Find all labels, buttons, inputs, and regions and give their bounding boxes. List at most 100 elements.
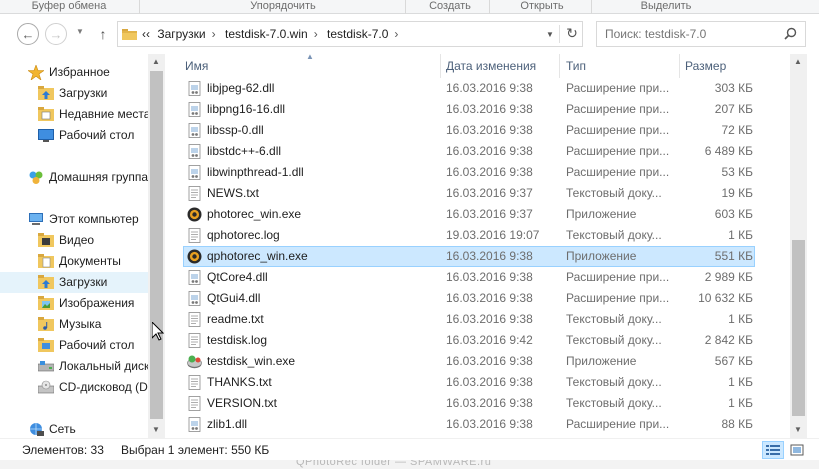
nav-item-downloads[interactable]: Загрузки	[0, 83, 148, 104]
file-name: libpng16-16.dll	[207, 102, 286, 116]
file-date: 16.03.2016 9:38	[446, 81, 533, 95]
column-header-size[interactable]: Размер	[685, 54, 726, 78]
file-name: libssp-0.dll	[207, 123, 264, 137]
file-type: Текстовый доку...	[566, 333, 662, 347]
forward-arrow-icon: →	[49, 26, 63, 42]
recent-locations-chevron-icon[interactable]: ▼	[76, 27, 84, 36]
file-size: 1 КБ	[728, 228, 753, 242]
file-row[interactable]: libssp-0.dll 16.03.2016 9:38 Расширение пр…	[183, 120, 755, 141]
ribbon-separator	[591, 0, 592, 14]
file-size: 72 КБ	[721, 123, 753, 137]
file-size: 1 КБ	[728, 312, 753, 326]
nav-item-pictures[interactable]: Изображения	[0, 293, 148, 314]
file-row[interactable]: QtCore4.dll 16.03.2016 9:38 Расширение при…	[183, 267, 755, 288]
details-view-button[interactable]	[762, 441, 784, 459]
breadcrumb-separator-icon[interactable]: ›	[212, 27, 216, 41]
file-row[interactable]: photorec_win.exe 16.03.2016 9:37 Приложени…	[183, 204, 755, 225]
file-row[interactable]: readme.txt 16.03.2016 9:38 Текстовый доку.…	[183, 309, 755, 330]
forward-button[interactable]: →	[45, 23, 67, 45]
breadcrumb-item[interactable]: testdisk-7.0.win	[225, 27, 308, 41]
nav-favorites[interactable]: Избранное	[0, 62, 148, 83]
file-date: 16.03.2016 9:38	[446, 270, 533, 284]
column-separator[interactable]	[440, 54, 441, 78]
file-size: 303 КБ	[714, 81, 753, 95]
address-bar[interactable]: ‹‹ Загрузки › testdisk-7.0.win › testdisk-…	[117, 21, 583, 47]
large-icons-view-icon	[790, 444, 804, 456]
file-list-scrollbar[interactable]: ▲ ▼	[790, 54, 807, 438]
column-separator[interactable]	[559, 54, 560, 78]
back-button[interactable]: ←	[17, 23, 39, 45]
column-header-name[interactable]: Имя	[185, 54, 208, 78]
breadcrumb-separator-icon[interactable]: ›	[314, 27, 318, 41]
file-date: 16.03.2016 9:38	[446, 375, 533, 389]
breadcrumb-separator-icon[interactable]: ›	[394, 27, 398, 41]
file-date: 16.03.2016 9:38	[446, 165, 533, 179]
dll-icon	[187, 81, 202, 96]
file-date: 16.03.2016 9:38	[446, 102, 533, 116]
search-icon[interactable]	[784, 27, 797, 40]
nav-item-desktop-folder[interactable]: Рабочий стол	[0, 335, 148, 356]
file-row[interactable]: libpng16-16.dll 16.03.2016 9:38 Расширение…	[183, 99, 755, 120]
file-row[interactable]: testdisk_win.exe 16.03.2016 9:38 Приложени…	[183, 351, 755, 372]
scrollbar-thumb[interactable]	[792, 240, 805, 416]
sort-indicator-icon: ▲	[306, 54, 314, 61]
file-row[interactable]: VERSION.txt 16.03.2016 9:38 Текстовый доку…	[183, 393, 755, 414]
file-row[interactable]: NEWS.txt 16.03.2016 9:37 Текстовый доку...…	[183, 183, 755, 204]
ribbon-group-open: Открыть	[520, 0, 564, 12]
refresh-icon: ↻	[566, 25, 578, 41]
file-row[interactable]: qphotorec.log 19.03.2016 19:07 Текстовый д…	[183, 225, 755, 246]
file-row[interactable]: libwinpthread-1.dll 16.03.2016 9:38 Расшир…	[183, 162, 755, 183]
nav-item-desktop[interactable]: Рабочий стол	[0, 125, 148, 146]
scroll-down-arrow-icon[interactable]: ▼	[794, 425, 802, 434]
scroll-down-arrow-icon[interactable]: ▼	[152, 425, 160, 434]
nav-item-local-disk[interactable]: Локальный диск	[0, 356, 148, 377]
up-button[interactable]: ↑	[96, 25, 110, 43]
ribbon-group-labels: Буфер обмена Упорядочить Создать Открыть…	[0, 0, 819, 14]
scrollbar-thumb[interactable]	[150, 71, 163, 419]
file-type: Расширение при...	[566, 417, 670, 431]
file-row[interactable]: libjpeg-62.dll 16.03.2016 9:38 Расширение …	[183, 78, 755, 99]
nav-homegroup[interactable]: Домашняя группа	[0, 167, 148, 188]
file-type: Расширение при...	[566, 165, 670, 179]
photorec-app-icon	[187, 207, 202, 222]
dll-icon	[187, 144, 202, 159]
breadcrumb-item[interactable]: Загрузки	[157, 27, 205, 41]
file-type: Текстовый доку...	[566, 228, 662, 242]
refresh-button[interactable]: ↻	[564, 25, 580, 43]
column-header-date[interactable]: Дата изменения	[446, 54, 536, 78]
nav-this-pc[interactable]: Этот компьютер	[0, 209, 148, 230]
breadcrumb-item[interactable]: testdisk-7.0	[327, 27, 388, 41]
scroll-up-arrow-icon[interactable]: ▲	[794, 57, 802, 66]
dll-icon	[187, 291, 202, 306]
file-date: 16.03.2016 9:38	[446, 144, 533, 158]
nav-item-cd-drive[interactable]: CD-дисковод (D:	[0, 377, 148, 398]
nav-item-label: Музыка	[59, 317, 102, 331]
file-size: 207 КБ	[714, 102, 753, 116]
file-size: 1 КБ	[728, 375, 753, 389]
file-row[interactable]: libstdc++-6.dll 16.03.2016 9:38 Расширение…	[183, 141, 755, 162]
nav-item-label: Сеть	[49, 422, 76, 436]
column-separator[interactable]	[679, 54, 680, 78]
file-name: QtGui4.dll	[207, 291, 261, 305]
file-row[interactable]: zlib1.dll 16.03.2016 9:38 Расширение при..…	[183, 414, 755, 435]
nav-item-documents[interactable]: Документы	[0, 251, 148, 272]
file-size: 567 КБ	[714, 354, 753, 368]
file-row-selected[interactable]: qphotorec_win.exe 16.03.2016 9:38 Приложен…	[183, 246, 755, 267]
file-row[interactable]: THANKS.txt 16.03.2016 9:38 Текстовый доку.…	[183, 372, 755, 393]
column-header-type[interactable]: Тип	[566, 54, 586, 78]
nav-item-label: Избранное	[49, 65, 110, 79]
breadcrumb-overflow[interactable]: ‹‹	[142, 27, 150, 41]
file-row[interactable]: testdisk.log 16.03.2016 9:42 Текстовый док…	[183, 330, 755, 351]
search-input[interactable]	[597, 22, 767, 46]
nav-item-downloads-selected[interactable]: Загрузки	[0, 272, 148, 293]
large-icons-view-button[interactable]	[786, 441, 808, 459]
nav-network[interactable]: Сеть	[0, 419, 148, 438]
navigation-scrollbar[interactable]: ▲ ▼	[148, 54, 165, 438]
nav-item-videos[interactable]: Видео	[0, 230, 148, 251]
nav-item-recent-places[interactable]: Недавние места	[0, 104, 148, 125]
address-history-chevron-icon[interactable]: ▼	[546, 30, 554, 39]
file-row[interactable]: QtGui4.dll 16.03.2016 9:38 Расширение при.…	[183, 288, 755, 309]
network-icon	[30, 423, 44, 436]
scroll-up-arrow-icon[interactable]: ▲	[152, 57, 160, 66]
nav-item-music[interactable]: Музыка	[0, 314, 148, 335]
